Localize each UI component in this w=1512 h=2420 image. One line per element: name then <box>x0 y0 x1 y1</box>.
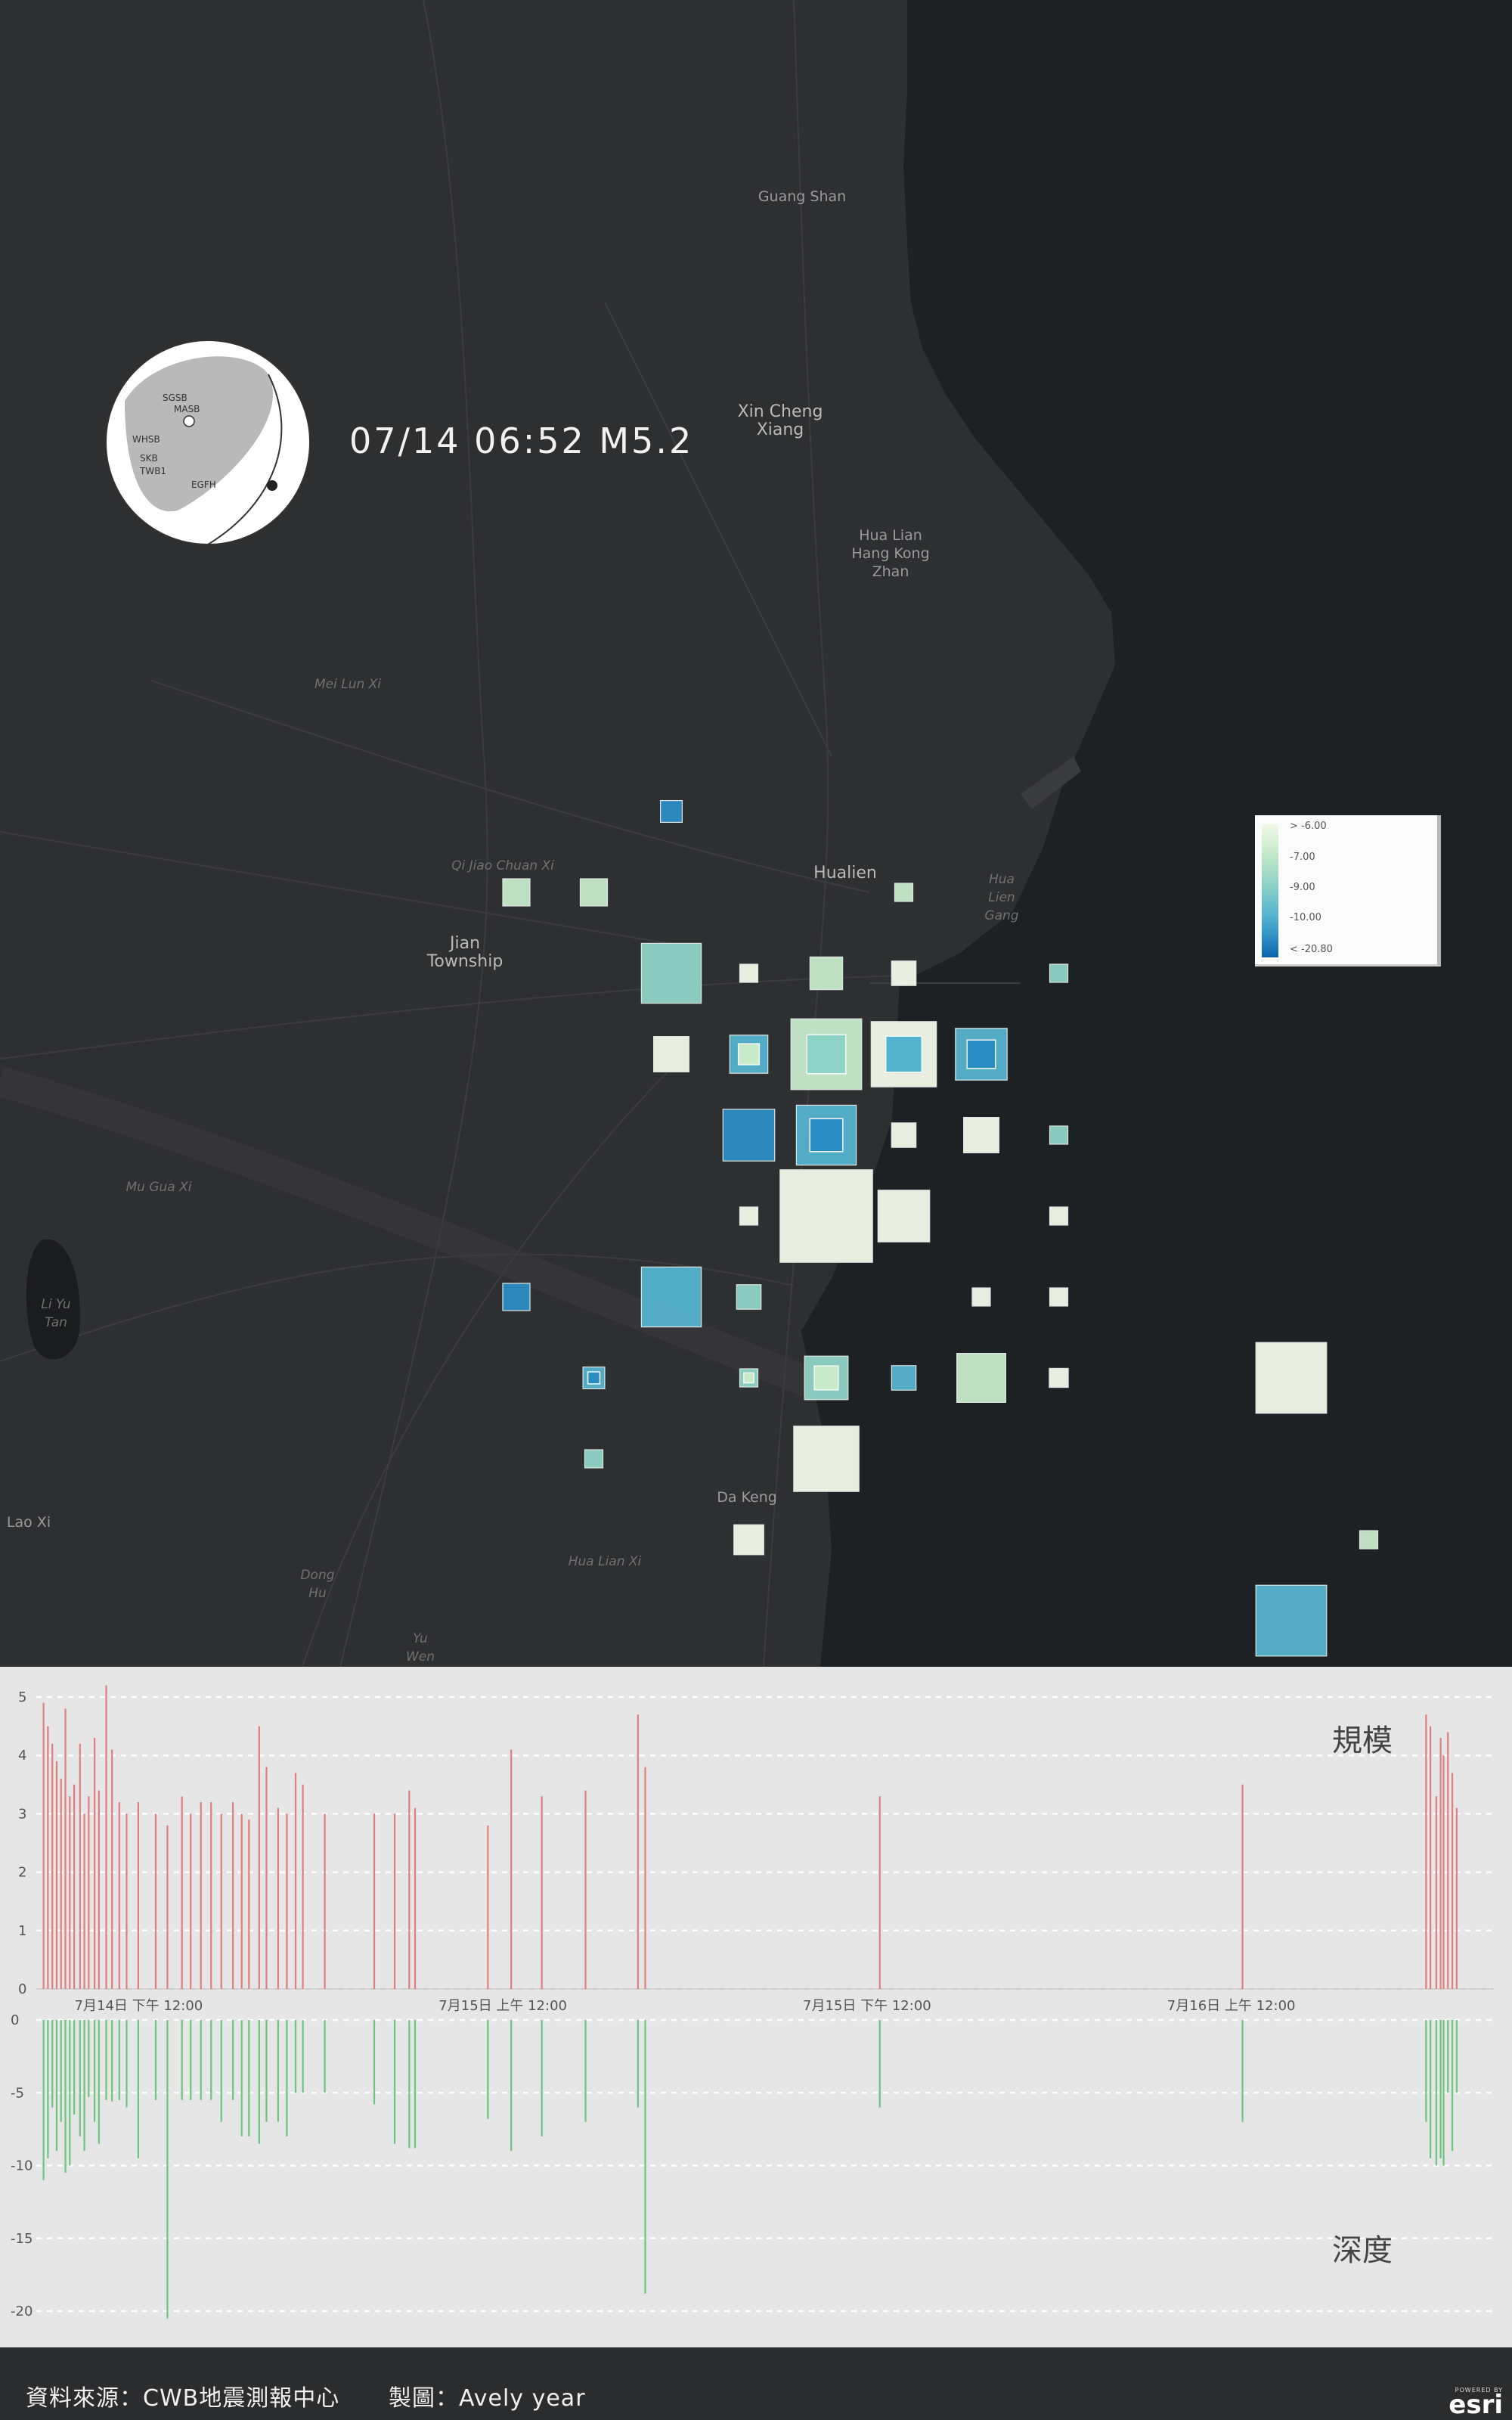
esri-brand: esri <box>1448 2390 1503 2420</box>
grid-cell-inner <box>813 1365 839 1391</box>
y-tick-label: 2 <box>18 1865 26 1881</box>
legend-label: -10.00 <box>1290 912 1321 923</box>
focal-mechanism-beachball: SGSB MASB WHSB SKB TWB1 EGFH <box>105 340 311 545</box>
grid-cell-inner <box>885 1035 923 1073</box>
x-tick-label: 7月14日 下午 12:00 <box>75 1998 203 2014</box>
station-label: SGSB <box>163 392 187 403</box>
grid-cell[interactable] <box>1049 963 1069 983</box>
x-tick-label: 7月15日 下午 12:00 <box>803 1998 931 2014</box>
depth-legend: > -6.00 -7.00 -9.00 -10.00 < -20.80 <box>1255 815 1441 966</box>
footer: 資料來源：CWB地震測報中心 製圖：Avely year POWERED BY … <box>0 2347 1512 2420</box>
grid-cell[interactable] <box>891 1365 917 1391</box>
grid-cell[interactable] <box>894 883 914 902</box>
grid-cell[interactable] <box>971 1287 991 1307</box>
y-tick-label: 1 <box>18 1923 26 1939</box>
grid-cell[interactable] <box>659 799 683 823</box>
magnitude-series-label: 規模 <box>1332 1723 1393 1758</box>
esri-logo: POWERED BY esri <box>1442 2387 1503 2420</box>
grid-cell-inner <box>806 1034 847 1075</box>
y-tick-label: -20 <box>11 2304 33 2319</box>
data-source: 資料來源：CWB地震測報中心 <box>26 2385 340 2412</box>
chart-canvas: 0 1 2 3 4 5 0 -5 -10 -15 -20 7月14日 下午 12:00 7月15日 上午… <box>11 1685 1493 2319</box>
y-tick-label: 5 <box>18 1689 26 1705</box>
grid-cell[interactable] <box>739 1206 759 1226</box>
grid-cell-inner <box>587 1371 601 1385</box>
station-label: SKB <box>140 453 158 464</box>
grid-cell[interactable] <box>733 1524 764 1556</box>
grid-cell[interactable] <box>1049 1125 1069 1145</box>
x-tick-label: 7月15日 上午 12:00 <box>438 1998 567 2014</box>
grid-cell[interactable] <box>891 960 917 986</box>
grid-cell[interactable] <box>739 963 759 983</box>
legend-label: > -6.00 <box>1290 821 1327 832</box>
grid-cell[interactable] <box>640 1266 702 1328</box>
timeline-chart: 0 1 2 3 4 5 0 -5 -10 -15 -20 7月14日 下午 12:00 7月15日 上午… <box>0 1667 1512 2347</box>
legend-label: -7.00 <box>1290 852 1315 863</box>
grid-cell[interactable] <box>956 1352 1006 1403</box>
grid-cell[interactable] <box>502 878 531 907</box>
grid-cell[interactable] <box>502 1283 531 1311</box>
grid-cell-inner <box>743 1372 754 1384</box>
x-tick-label: 7月16日 上午 12:00 <box>1167 1998 1296 2014</box>
grid-cell[interactable] <box>579 878 609 907</box>
grid-cell[interactable] <box>1049 1287 1069 1307</box>
grid-cell[interactable] <box>1049 1206 1069 1226</box>
event-label: 07/14 06:52 M5.2 <box>349 420 694 461</box>
station-label: WHSB <box>132 434 160 445</box>
grid-cell[interactable] <box>891 1122 917 1148</box>
grid-cell-inner <box>809 1118 844 1153</box>
legend-label: -9.00 <box>1290 882 1315 893</box>
grid-cell[interactable] <box>793 1426 860 1492</box>
grid-cell[interactable] <box>640 942 702 1004</box>
grid-cell[interactable] <box>1255 1584 1328 1657</box>
y-tick-label: 4 <box>18 1748 26 1764</box>
grid-cell[interactable] <box>877 1190 931 1243</box>
y-tick-label: -15 <box>11 2231 33 2247</box>
grid-cell[interactable] <box>722 1109 776 1162</box>
map-panel[interactable]: Guang Shan Xin Cheng Xiang Hua Lian Hang K… <box>0 0 1512 1667</box>
grid-cell-inner <box>737 1043 761 1066</box>
station-label: TWB1 <box>139 466 166 476</box>
grid-cell[interactable] <box>652 1035 689 1072</box>
legend-color-ramp <box>1262 824 1278 957</box>
grid-cell-inner <box>966 1039 996 1069</box>
grid-cell[interactable] <box>809 956 844 991</box>
map-maker: 製圖：Avely year <box>389 2385 586 2412</box>
grid-cell[interactable] <box>584 1449 604 1469</box>
grid-cell[interactable] <box>779 1169 873 1263</box>
grid-cell[interactable] <box>1049 1367 1069 1388</box>
grid-cell[interactable] <box>1255 1342 1328 1414</box>
station-label: MASB <box>174 404 200 414</box>
y-tick-label: -10 <box>11 2158 33 2174</box>
y-tick-label: 0 <box>18 1981 26 1997</box>
grid-cell[interactable] <box>962 1116 999 1153</box>
depth-series-label: 深度 <box>1332 2233 1393 2268</box>
grid-cell[interactable] <box>1359 1530 1379 1550</box>
y-tick-label: 3 <box>18 1806 26 1822</box>
station-label: EGFH <box>191 479 216 490</box>
y-tick-label: 0 <box>11 2012 19 2028</box>
y-tick-label: -5 <box>11 2085 24 2101</box>
grid-cell[interactable] <box>736 1284 762 1310</box>
legend-label: < -20.80 <box>1290 944 1333 955</box>
